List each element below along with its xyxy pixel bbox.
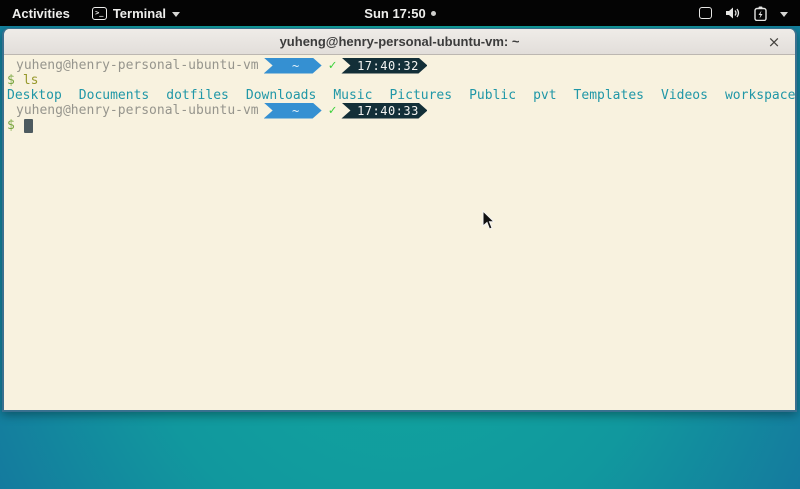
prompt-user: yuheng@henry-personal-ubuntu-vm	[16, 58, 259, 73]
command-text: ls	[23, 73, 39, 88]
powerline-time-segment: 17:40:33	[341, 103, 427, 119]
directory-name: Documents	[79, 88, 149, 103]
tray-chevron-down-icon	[780, 12, 788, 17]
powerline-time-segment: 17:40:32	[341, 58, 427, 74]
chevron-down-icon	[172, 12, 180, 17]
directory-name: pvt	[533, 88, 556, 103]
powerline-path-segment: ~	[264, 58, 322, 74]
close-button[interactable]: ×	[761, 29, 787, 55]
ls-output-line: Desktop Documents dotfiles Downloads Music Pi…	[4, 88, 795, 103]
prompt-dollar: $	[7, 73, 15, 88]
volume-icon	[725, 6, 741, 20]
clock-button[interactable]: Sun 17:50	[356, 0, 443, 26]
terminal-body[interactable]: yuheng@henry-personal-ubuntu-vm ~ ✓ 17:4…	[4, 55, 795, 411]
directory-name: Downloads	[246, 88, 316, 103]
prompt-user: yuheng@henry-personal-ubuntu-vm	[16, 103, 259, 118]
app-menu-button[interactable]: >_ Terminal	[82, 0, 190, 26]
directory-name: Videos	[661, 88, 708, 103]
notification-dot	[431, 11, 436, 16]
prompt-dollar: $	[7, 118, 15, 133]
app-menu-label: Terminal	[113, 6, 166, 21]
text-cursor-block	[24, 119, 33, 133]
prompt-line: yuheng@henry-personal-ubuntu-vm ~ ✓ 17:4…	[4, 103, 795, 118]
status-check-icon: ✓	[329, 58, 337, 73]
top-bar: Activities >_ Terminal Sun 17:50	[0, 0, 800, 26]
input-line: $	[4, 118, 795, 133]
system-tray[interactable]	[687, 0, 800, 26]
directory-name: Music	[333, 88, 372, 103]
terminal-window: yuheng@henry-personal-ubuntu-vm: ~ × yuh…	[2, 28, 797, 412]
directory-name: Public	[469, 88, 516, 103]
directory-name: Pictures	[389, 88, 452, 103]
prompt-line: yuheng@henry-personal-ubuntu-vm ~ ✓ 17:4…	[4, 58, 795, 73]
directory-name: Templates	[574, 88, 644, 103]
clock-label: Sun 17:50	[364, 6, 425, 21]
titlebar[interactable]: yuheng@henry-personal-ubuntu-vm: ~ ×	[4, 29, 795, 55]
powerline-path-segment: ~	[264, 103, 322, 119]
terminal-app-icon: >_	[92, 7, 107, 20]
display-icon	[699, 7, 712, 19]
directory-name: dotfiles	[166, 88, 229, 103]
desktop: { "top_bar": { "activities_label": "Acti…	[0, 0, 800, 489]
directory-name: Desktop	[7, 88, 62, 103]
directory-name: workspace	[725, 88, 795, 103]
activities-button[interactable]: Activities	[0, 0, 82, 26]
window-title: yuheng@henry-personal-ubuntu-vm: ~	[280, 34, 520, 49]
command-line: $ ls	[4, 73, 795, 88]
battery-charging-icon	[754, 6, 767, 21]
status-check-icon: ✓	[329, 103, 337, 118]
